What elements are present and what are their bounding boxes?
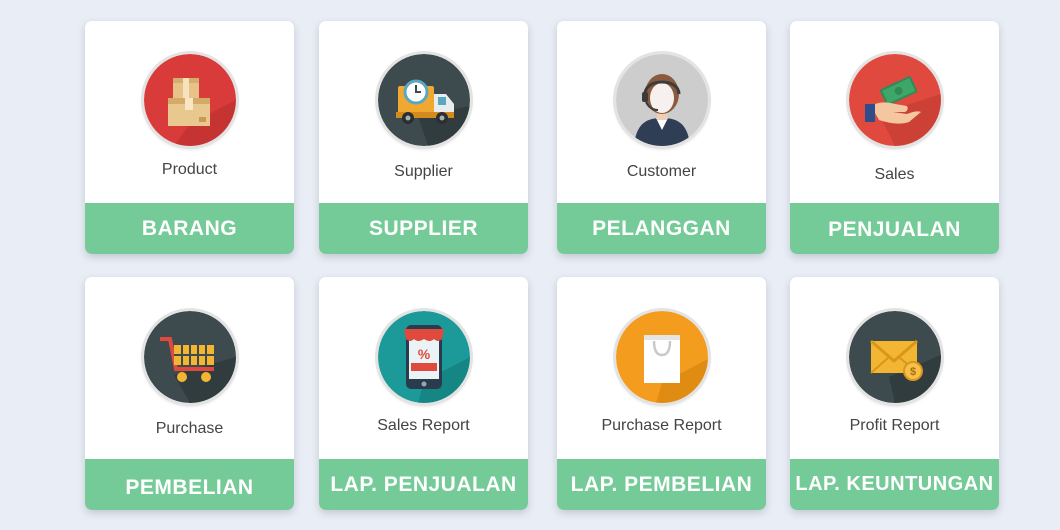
card-label: PELANGGAN bbox=[557, 203, 766, 254]
menu-card-pembelian[interactable]: Purchase PEMBELIAN bbox=[85, 277, 294, 510]
card-label: LAP. PEMBELIAN bbox=[557, 459, 766, 510]
card-caption: Profit Report bbox=[849, 417, 940, 434]
menu-card-penjualan[interactable]: Sales PENJUALAN bbox=[790, 21, 999, 254]
card-label: LAP. PENJUALAN bbox=[319, 459, 528, 510]
money-hand-icon bbox=[848, 54, 941, 146]
card-label: BARANG bbox=[85, 203, 294, 254]
card-caption: Customer bbox=[626, 163, 697, 180]
card-caption: Supplier bbox=[394, 163, 453, 180]
menu-card-lap-penjualan[interactable]: % Sales Report LAP. PENJUALAN bbox=[319, 277, 528, 510]
svg-text:$: $ bbox=[909, 366, 915, 378]
envelope-coin-icon: $ bbox=[848, 311, 941, 403]
menu-card-supplier[interactable]: Supplier SUPPLIER bbox=[319, 21, 528, 254]
menu-card-pelanggan[interactable]: Customer PELANGGAN bbox=[557, 21, 766, 254]
card-label: SUPPLIER bbox=[319, 203, 528, 254]
card-caption: Product bbox=[161, 161, 218, 178]
shopping-bag-icon bbox=[615, 311, 708, 403]
card-caption: Purchase Report bbox=[601, 417, 722, 434]
menu-card-lap-keuntungan[interactable]: $ Profit Report LAP. KEUNTUNGAN bbox=[790, 277, 999, 510]
card-label: PEMBELIAN bbox=[85, 459, 294, 510]
card-caption: Sales bbox=[874, 166, 915, 183]
menu-card-lap-pembelian[interactable]: Purchase Report LAP. PEMBELIAN bbox=[557, 277, 766, 510]
boxes-icon bbox=[143, 54, 236, 146]
shopping-cart-icon bbox=[143, 311, 236, 403]
delivery-truck-icon bbox=[377, 54, 470, 146]
card-caption: Purchase bbox=[155, 420, 224, 437]
menu-card-barang[interactable]: Product BARANG bbox=[85, 21, 294, 254]
discount-phone-icon: % bbox=[377, 311, 470, 403]
card-label: LAP. KEUNTUNGAN bbox=[790, 459, 999, 510]
customer-agent-icon bbox=[615, 54, 708, 146]
card-caption: Sales Report bbox=[377, 417, 470, 434]
card-label: PENJUALAN bbox=[790, 203, 999, 254]
svg-text:%: % bbox=[417, 346, 430, 362]
